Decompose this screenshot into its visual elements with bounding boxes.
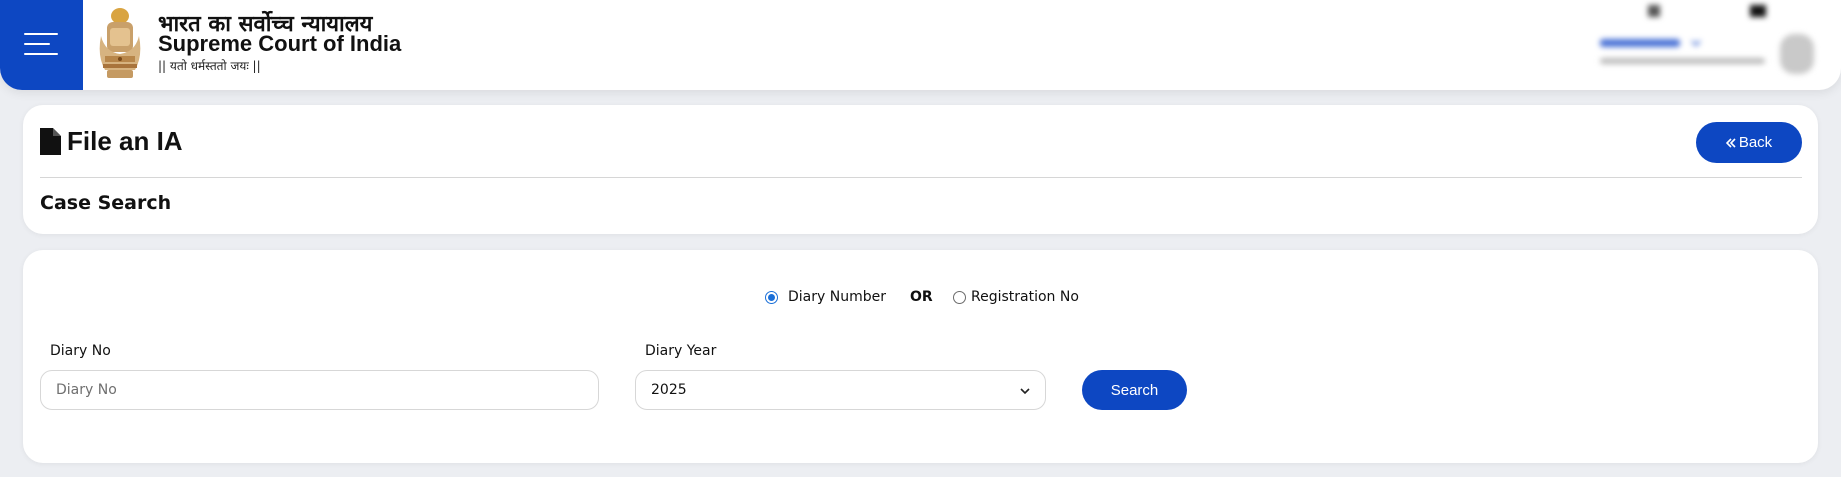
case-search-card <box>23 250 1818 463</box>
page-header-card <box>23 105 1818 234</box>
user-subtext <box>1600 56 1770 69</box>
search-button-label: Search <box>1110 381 1159 399</box>
back-button-label: Back <box>1738 134 1773 151</box>
chevron-down-icon <box>1020 388 1030 395</box>
header-icon-1[interactable] <box>1645 2 1663 20</box>
divider <box>40 177 1802 178</box>
top-header: भारत का सर्वोच्च न्यायालय Supreme Court … <box>0 0 1841 90</box>
court-name-english: Supreme Court of India <box>158 31 402 56</box>
section-title: Case Search <box>40 192 172 214</box>
diary-year-label: Diary Year <box>645 343 717 359</box>
radio-registration-no-label[interactable]: Registration No <box>971 289 1079 305</box>
hamburger-icon <box>24 33 58 35</box>
or-separator: OR <box>910 289 933 305</box>
national-emblem-icon <box>99 8 141 78</box>
court-motto: || यतो धर्मस्ततो जयः || <box>158 59 261 73</box>
back-button[interactable]: Back <box>1696 122 1802 163</box>
radio-diary-number[interactable] <box>765 291 778 304</box>
double-chevron-left-icon <box>1725 137 1736 148</box>
file-icon <box>40 128 61 155</box>
avatar[interactable] <box>1780 34 1814 74</box>
search-button[interactable]: Search <box>1082 370 1187 410</box>
menu-button[interactable] <box>0 0 83 90</box>
header-icon-2[interactable] <box>1748 2 1766 20</box>
radio-diary-number-label[interactable]: Diary Number <box>788 289 886 305</box>
diary-no-input[interactable]: Diary No <box>40 370 599 410</box>
radio-registration-no[interactable] <box>953 291 966 304</box>
diary-year-value: 2025 <box>651 382 687 398</box>
user-menu[interactable] <box>1600 36 1710 53</box>
diary-year-select[interactable]: 2025 <box>635 370 1046 410</box>
diary-no-placeholder: Diary No <box>56 382 117 398</box>
page-title: File an IA <box>67 126 183 156</box>
diary-no-label: Diary No <box>50 343 111 359</box>
